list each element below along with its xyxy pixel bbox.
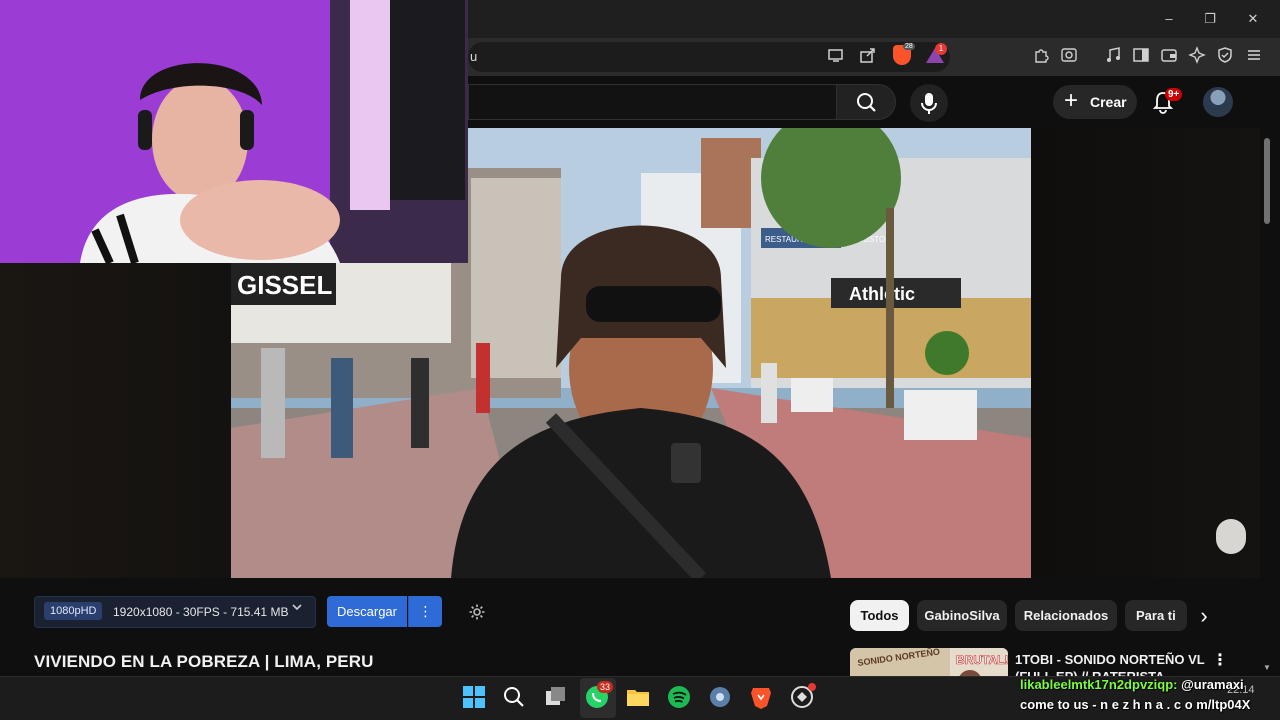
plus-icon: + [1064,87,1079,114]
leo-ai-icon[interactable] [1187,46,1207,66]
extensions-icon[interactable] [1031,46,1051,66]
cast-icon[interactable] [826,46,846,66]
brave-rewards-badge: 1 [935,43,947,55]
notification-dot [808,683,816,691]
search-input[interactable] [468,84,836,120]
file-explorer-icon[interactable] [625,684,651,710]
spotify-icon[interactable] [666,684,692,710]
search-button[interactable] [836,84,896,120]
screen: – ❐ ✕ u 28 1 + Crear 9+ Athletic GISSEL … [0,0,1280,720]
restore-button[interactable]: ❐ [1198,8,1222,30]
close-button[interactable]: ✕ [1241,8,1265,30]
screenshot-icon[interactable] [1059,46,1079,66]
webcam-overlay [0,0,468,263]
chevron-right-icon[interactable]: › [1192,605,1216,628]
recommendation-thumbnail[interactable]: SONIDO NORTEÑO BRUTAL!! [850,648,1008,678]
search-icon [857,93,876,112]
windows-start-icon[interactable] [461,684,487,710]
vpn-shield-icon[interactable] [1215,46,1235,66]
chip-todos[interactable]: Todos [850,600,909,631]
media-icon[interactable] [1103,46,1123,66]
chip-relacionados[interactable]: Relacionados [1015,600,1117,631]
brave-browser-icon[interactable] [748,684,774,710]
sign-brand: Athletic [849,284,915,304]
recommendation-title[interactable]: 1TOBI - SONIDO NORTEÑO VL.2 [1015,652,1205,667]
microphone-icon [921,93,937,114]
chevron-down-icon[interactable] [291,601,303,616]
more-options-icon[interactable]: ⋮ [1212,650,1228,670]
wallet-icon[interactable] [1159,46,1179,66]
address-text[interactable]: u [470,49,477,64]
quality-text[interactable]: 1920x1080 - 30FPS - 715.41 MB [113,605,288,619]
webcam-illustration [0,0,468,263]
scroll-down-arrow[interactable]: ▼ [1263,663,1271,672]
chat-username: likableelmtk17n2dpvziqp: [1020,677,1178,692]
menu-icon[interactable] [1244,46,1264,66]
brave-shields-badge: 28 [903,43,915,50]
gear-icon[interactable] [468,603,486,621]
video-title: VIVIENDO EN LA POBREZA | LIMA, PERU [34,652,374,671]
minimize-button[interactable]: – [1157,8,1181,30]
thumb-text-right: BRUTAL!! [956,653,1008,667]
voice-search-button[interactable] [910,84,948,122]
chat-overlay-line2: come to us - n e z h n a . c o m/ltp04X [1020,697,1251,712]
taskbar-search-icon[interactable] [501,684,527,710]
sidebar-icon[interactable] [1131,46,1151,66]
settings-icon[interactable] [707,684,733,710]
task-view-icon[interactable] [543,684,569,710]
chip-gabinosilva[interactable]: GabinoSilva [917,600,1007,631]
account-avatar[interactable] [1203,87,1233,117]
whatsapp-badge: 33 [597,681,614,693]
download-options-button[interactable]: ⋮ [408,596,442,627]
sign-store: GISSEL [237,270,332,300]
download-button[interactable]: Descargar [327,596,407,627]
chat-overlay-line1: likableelmtk17n2dpvziqp: @uramaxi [1020,677,1244,692]
quality-badge: 1080pHD [44,602,103,620]
notifications-badge: 9+ [1165,88,1183,101]
create-label[interactable]: Crear [1090,94,1127,110]
chat-message: @uramaxi [1181,677,1244,692]
scroll-thumb[interactable] [1264,138,1270,224]
chip-para-ti[interactable]: Para ti [1125,600,1187,631]
thumbnail-illustration: SONIDO NORTEÑO BRUTAL!! [850,648,1008,678]
share-icon[interactable] [858,46,878,66]
floating-avatar-button[interactable] [1216,519,1246,554]
